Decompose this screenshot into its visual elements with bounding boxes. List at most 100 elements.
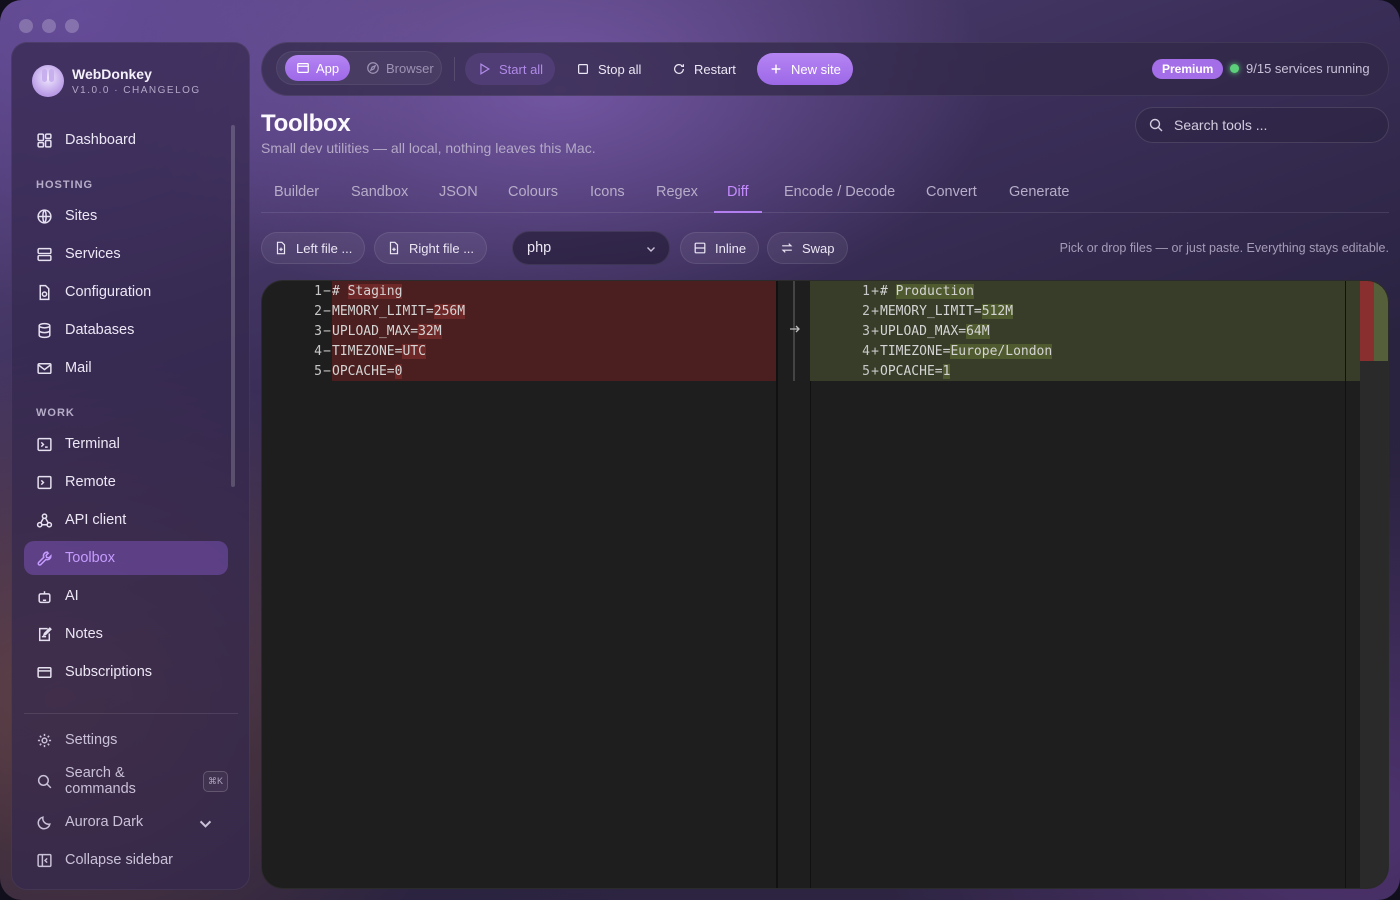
code-line[interactable]: 3− UPLOAD_MAX= 32M [262,321,776,341]
tab-icons[interactable]: Icons [577,184,638,212]
restart-button[interactable]: Restart [660,53,748,85]
view-mode-toggle: App Browser [276,51,442,85]
chevron-down-icon [199,820,212,828]
line-number: 4 [862,343,870,359]
credit-card-icon [37,666,52,678]
diff-marker: − [323,343,331,359]
line-number: 1 [314,283,322,299]
tool-search [1135,107,1389,143]
code-line[interactable]: 2 + MEMORY_LIMIT= 512M [810,301,1014,321]
changed-text: UTC [402,343,426,359]
language-value: php [527,240,552,256]
toolbar-divider [454,57,455,81]
diff-hint: Pick or drop files — or just paste. Ever… [1059,241,1389,255]
sidebar-item-subscriptions[interactable]: Subscriptions [24,655,228,689]
sidebar-item-notes[interactable]: Notes [24,617,228,651]
line-number: 3 [862,323,870,339]
diff-marker: + [871,343,879,359]
code-line[interactable]: 1− # Staging [262,281,776,301]
code-text: OPCACHE= [880,363,943,379]
sidebar-item-terminal[interactable]: Terminal [24,427,228,461]
diff-marker: − [323,323,331,339]
mode-browser-button[interactable]: Browser [355,55,445,81]
sidebar-item-api-client[interactable]: API client [24,503,228,537]
sidebar-scrollbar[interactable] [231,125,235,487]
close-window-button[interactable] [19,19,33,33]
overview-ruler[interactable] [1360,361,1388,888]
dashboard-icon [37,132,52,148]
sidebar-item-label: Search & commands [65,765,136,797]
changed-text: 64M [966,323,990,339]
mode-app-button[interactable]: App [285,55,351,81]
changed-text: 0 [394,363,403,379]
database-icon [38,322,51,338]
wrench-icon [37,550,52,566]
code-line[interactable]: 5− OPCACHE= 0 [262,361,776,381]
code-text: UPLOAD_MAX= [332,323,419,339]
language-select[interactable]: php [512,231,670,265]
original-pane[interactable]: 1− # Staging 2− MEMORY_LIMIT= 256M 3− UPLOAD_M… [262,281,776,888]
tab-generate[interactable]: Generate [996,184,1082,212]
code-line[interactable]: 5 + OPCACHE= 1 [810,361,951,381]
version-changelog-link[interactable]: V1.0.0 · CHANGELOG [72,85,201,96]
sidebar-item-search-commands[interactable]: Search & commands ⌘K [24,764,228,798]
config-file-icon [39,284,50,300]
sidebar-item-label: Databases [65,322,135,338]
sidebar-item-label: Settings [65,732,118,748]
collapse-sidebar-button[interactable]: Collapse sidebar [24,843,228,877]
sidebar-item-configuration[interactable]: Configuration [24,275,228,309]
modified-pane[interactable]: 1 + # Production 2 + MEMORY_LIMIT= 512M 3 + UPLOA… [810,281,1360,888]
tab-convert[interactable]: Convert [913,184,990,212]
plus-icon [771,64,781,74]
toolbox-tabs: Builder Sandbox JSON Colours Icons Regex… [261,175,1389,213]
new-site-button[interactable]: New site [757,53,853,85]
code-line[interactable]: 4 + TIMEZONE= Europe/London [810,341,1053,361]
diff-editor[interactable]: 1− # Staging 2− MEMORY_LIMIT= 256M 3− UPLOAD_M… [261,280,1389,889]
changed-text: 512M [981,303,1014,319]
sidebar-item-toolbox[interactable]: Toolbox [24,541,228,575]
tab-encode-decode[interactable]: Encode / Decode [771,184,908,212]
new-site-label: New site [791,61,841,77]
sidebar-item-services[interactable]: Services [24,237,228,271]
play-icon [480,63,490,75]
inline-label: Inline [715,240,747,256]
tab-sandbox[interactable]: Sandbox [338,184,421,212]
sidebar-item-settings[interactable]: Settings [24,723,228,757]
tab-colours[interactable]: Colours [495,184,571,212]
sidebar-item-mail[interactable]: Mail [24,351,228,385]
start-all-button[interactable]: Start all [465,53,556,85]
inline-toggle-button[interactable]: Inline [680,232,760,264]
code-line[interactable]: 3 + UPLOAD_MAX= 64M [810,321,990,341]
tab-regex[interactable]: Regex [643,184,711,212]
sidebar-item-dashboard[interactable]: Dashboard [24,123,228,157]
tab-builder[interactable]: Builder [261,184,332,212]
sidebar-item-sites[interactable]: Sites [24,199,228,233]
brand[interactable]: WebDonkey V1.0.0 · CHANGELOG [32,65,201,97]
section-label-hosting: HOSTING [36,179,94,191]
services-status[interactable]: 9/15 services running [1230,61,1370,76]
page-subtitle: Small dev utilities — all local, nothing… [261,140,596,156]
left-file-button[interactable]: Left file ... [261,232,366,264]
zoom-window-button[interactable] [65,19,79,33]
premium-badge[interactable]: Premium [1152,59,1224,79]
rows-icon [694,242,706,254]
sidebar-item-databases[interactable]: Databases [24,313,228,347]
right-file-button[interactable]: Right file ... [374,232,488,264]
search-tools-input[interactable] [1174,117,1364,133]
tab-diff[interactable]: Diff [714,184,762,213]
sidebar-item-remote[interactable]: Remote [24,465,228,499]
server-icon [37,247,52,261]
changed-text: 32M [418,323,442,339]
code-line[interactable]: 4− TIMEZONE= UTC [262,341,776,361]
minimize-window-button[interactable] [42,19,56,33]
theme-selector[interactable]: Aurora Dark [24,805,228,839]
stop-all-button[interactable]: Stop all [564,53,653,85]
code-line[interactable]: 1 + # Production [810,281,974,301]
sidebar-item-label: Terminal [65,436,120,452]
sidebar-item-ai[interactable]: AI [24,579,228,613]
file-plus-icon [276,241,286,255]
arrow-right-icon[interactable] [787,321,803,337]
swap-button[interactable]: Swap [767,232,848,264]
code-line[interactable]: 2− MEMORY_LIMIT= 256M [262,301,776,321]
tab-json[interactable]: JSON [426,184,491,212]
